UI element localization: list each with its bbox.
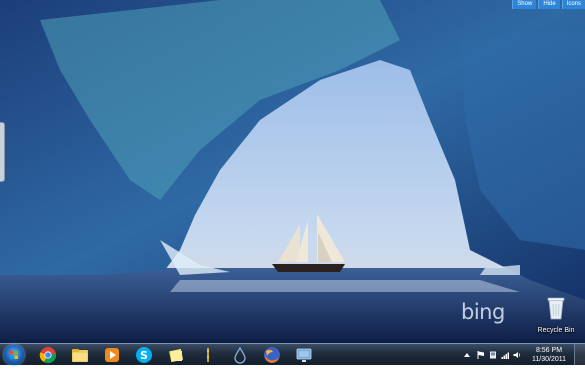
device-icon[interactable] xyxy=(489,351,497,359)
svg-text:S: S xyxy=(140,349,148,362)
icons-button[interactable]: Icons xyxy=(561,0,585,9)
recycle-bin-label: Recycle Bin xyxy=(537,327,575,334)
wallpaper-image xyxy=(0,0,585,343)
water-drop-icon[interactable] xyxy=(231,346,249,364)
desktop-wallpaper xyxy=(0,0,585,343)
network-signal-icon[interactable] xyxy=(501,351,509,359)
bing-watermark: bing xyxy=(461,300,505,324)
hide-button[interactable]: Hide xyxy=(538,0,560,9)
taskbar: S 8:56 PM 11/30/2011 xyxy=(0,343,585,365)
system-tray: 8:56 PM 11/30/2011 xyxy=(455,344,585,366)
recycle-bin-icon xyxy=(547,297,565,320)
skype-icon[interactable]: S xyxy=(135,346,153,364)
start-button[interactable] xyxy=(4,345,24,365)
side-panel-handle[interactable] xyxy=(0,122,5,182)
show-button[interactable]: Show xyxy=(512,0,537,9)
media-player-icon[interactable] xyxy=(103,346,121,364)
action-center-flag-icon[interactable] xyxy=(477,351,485,359)
explorer-folder-icon[interactable] xyxy=(71,346,89,364)
clock-date: 11/30/2011 xyxy=(532,356,566,363)
clock-time: 8:56 PM xyxy=(535,347,563,354)
show-hidden-icons-icon[interactable] xyxy=(463,351,471,359)
network-icon[interactable] xyxy=(295,346,313,364)
recycle-bin[interactable]: Recycle Bin xyxy=(536,296,576,334)
chrome-icon[interactable] xyxy=(39,346,57,364)
sticky-notes-icon[interactable] xyxy=(167,346,185,364)
taskbar-clock[interactable]: 8:56 PM 11/30/2011 xyxy=(529,346,569,364)
volume-icon[interactable] xyxy=(513,351,521,359)
show-desktop-button[interactable] xyxy=(574,344,585,365)
app-icon[interactable] xyxy=(199,346,217,364)
top-right-toolbar: Show Hide Icons xyxy=(512,0,585,9)
windows-logo-icon xyxy=(10,351,18,359)
firefox-icon[interactable] xyxy=(263,346,281,364)
